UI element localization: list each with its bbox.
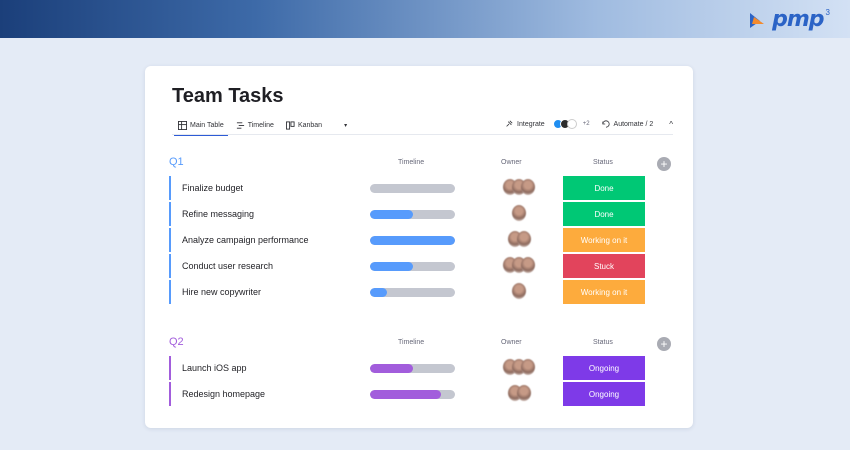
logo-mark-icon <box>748 8 770 30</box>
automate-icon <box>601 120 610 128</box>
status-badge[interactable]: Stuck <box>563 254 645 278</box>
timeline-fill <box>370 364 413 373</box>
timeline-fill <box>370 210 413 219</box>
column-header-status[interactable]: Status <box>593 159 613 166</box>
task-name[interactable]: Redesign homepage <box>182 389 265 399</box>
owner-avatars[interactable] <box>499 179 539 197</box>
avatar <box>521 257 535 273</box>
timeline-bar[interactable] <box>370 288 455 297</box>
integrate-button[interactable]: Integrate <box>517 121 545 128</box>
group-color-indicator <box>169 356 171 380</box>
board-card: Team Tasks Main Table Timeline Kanban ▾ … <box>145 66 693 428</box>
owner-avatars[interactable] <box>499 231 539 249</box>
task-row[interactable]: Finalize budget Done <box>169 176 645 200</box>
top-banner: pmp 3 <box>0 0 850 38</box>
task-row[interactable]: Conduct user research Stuck <box>169 254 645 278</box>
status-badge[interactable]: Working on it <box>563 228 645 252</box>
group-color-indicator <box>169 280 171 304</box>
task-row[interactable]: Launch iOS app Ongoing <box>169 356 645 380</box>
collapse-chevron-icon[interactable]: ^ <box>669 120 673 129</box>
automate-button[interactable]: Automate / 2 <box>614 121 654 128</box>
column-header-timeline[interactable]: Timeline <box>398 339 424 346</box>
task-row[interactable]: Redesign homepage Ongoing <box>169 382 645 406</box>
timeline-fill <box>370 390 441 399</box>
timeline-icon <box>236 121 244 129</box>
status-badge[interactable]: Ongoing <box>563 356 645 380</box>
integration-count: +2 <box>582 121 590 127</box>
table-icon <box>178 120 187 130</box>
integration-avatars <box>552 119 577 129</box>
owner-avatars[interactable] <box>499 385 539 403</box>
task-name[interactable]: Hire new copywriter <box>182 287 261 297</box>
avatar <box>521 179 535 195</box>
task-row[interactable]: Hire new copywriter Working on it <box>169 280 645 304</box>
task-name[interactable]: Conduct user research <box>182 261 273 271</box>
tab-timeline[interactable]: Timeline <box>230 115 280 135</box>
avatar <box>512 205 526 221</box>
task-name[interactable]: Finalize budget <box>182 183 243 193</box>
column-header-timeline[interactable]: Timeline <box>398 159 424 166</box>
brand-logo: pmp 3 <box>748 6 830 32</box>
status-badge[interactable]: Ongoing <box>563 382 645 406</box>
task-name[interactable]: Analyze campaign performance <box>182 235 309 245</box>
view-tabs: Main Table Timeline Kanban ▾ <box>172 115 353 136</box>
avatar <box>516 385 531 401</box>
task-name[interactable]: Launch iOS app <box>182 363 247 373</box>
status-badge[interactable]: Working on it <box>563 280 645 304</box>
timeline-fill <box>370 236 455 245</box>
tab-kanban[interactable]: Kanban <box>280 115 328 135</box>
timeline-fill <box>370 288 387 297</box>
avatar <box>516 231 531 247</box>
owner-avatars[interactable] <box>499 359 539 377</box>
timeline-bar[interactable] <box>370 262 455 271</box>
tab-label: Main Table <box>190 121 224 129</box>
board-toolbar: Integrate +2 Automate / 2 ^ <box>505 116 673 132</box>
more-views-dropdown[interactable]: ▾ <box>328 115 353 135</box>
tab-label: Kanban <box>297 121 323 129</box>
column-header-status[interactable]: Status <box>593 339 613 346</box>
board-title: Team Tasks <box>172 85 284 107</box>
add-column-button[interactable]: + <box>657 157 671 171</box>
timeline-bar[interactable] <box>370 184 455 193</box>
chevron-down-icon: ▾ <box>344 122 348 129</box>
column-header-owner[interactable]: Owner <box>501 159 522 166</box>
task-name[interactable]: Refine messaging <box>182 209 254 219</box>
owner-avatars[interactable] <box>499 283 539 301</box>
timeline-bar[interactable] <box>370 210 455 219</box>
tab-label: Timeline <box>247 121 274 129</box>
group-color-indicator <box>169 202 171 226</box>
kanban-icon <box>285 120 295 130</box>
task-row[interactable]: Refine messaging Done <box>169 202 645 226</box>
task-row[interactable]: Analyze campaign performance Working on i… <box>169 228 645 252</box>
logo-superscript: 3 <box>825 8 830 17</box>
integration-app-icon <box>566 119 577 129</box>
timeline-bar[interactable] <box>370 364 455 373</box>
timeline-fill <box>370 262 413 271</box>
add-column-button[interactable]: + <box>657 337 671 351</box>
avatar <box>512 283 526 299</box>
group-title-1[interactable]: Q1 <box>169 156 184 168</box>
group-color-indicator <box>169 382 171 406</box>
tab-main-table[interactable]: Main Table <box>172 115 230 136</box>
avatar <box>521 359 535 375</box>
logo-text: pmp <box>772 6 824 32</box>
status-badge[interactable]: Done <box>563 176 645 200</box>
group-title-2[interactable]: Q2 <box>169 336 184 348</box>
tabs-divider <box>172 134 673 135</box>
owner-avatars[interactable] <box>499 205 539 223</box>
owner-avatars[interactable] <box>499 257 539 275</box>
group-color-indicator <box>169 254 171 278</box>
timeline-bar[interactable] <box>370 236 455 245</box>
status-badge[interactable]: Done <box>563 202 645 226</box>
column-header-owner[interactable]: Owner <box>501 339 522 346</box>
group-color-indicator <box>169 228 171 252</box>
integrate-icon <box>506 120 513 127</box>
timeline-bar[interactable] <box>370 390 455 399</box>
group-color-indicator <box>169 176 171 200</box>
